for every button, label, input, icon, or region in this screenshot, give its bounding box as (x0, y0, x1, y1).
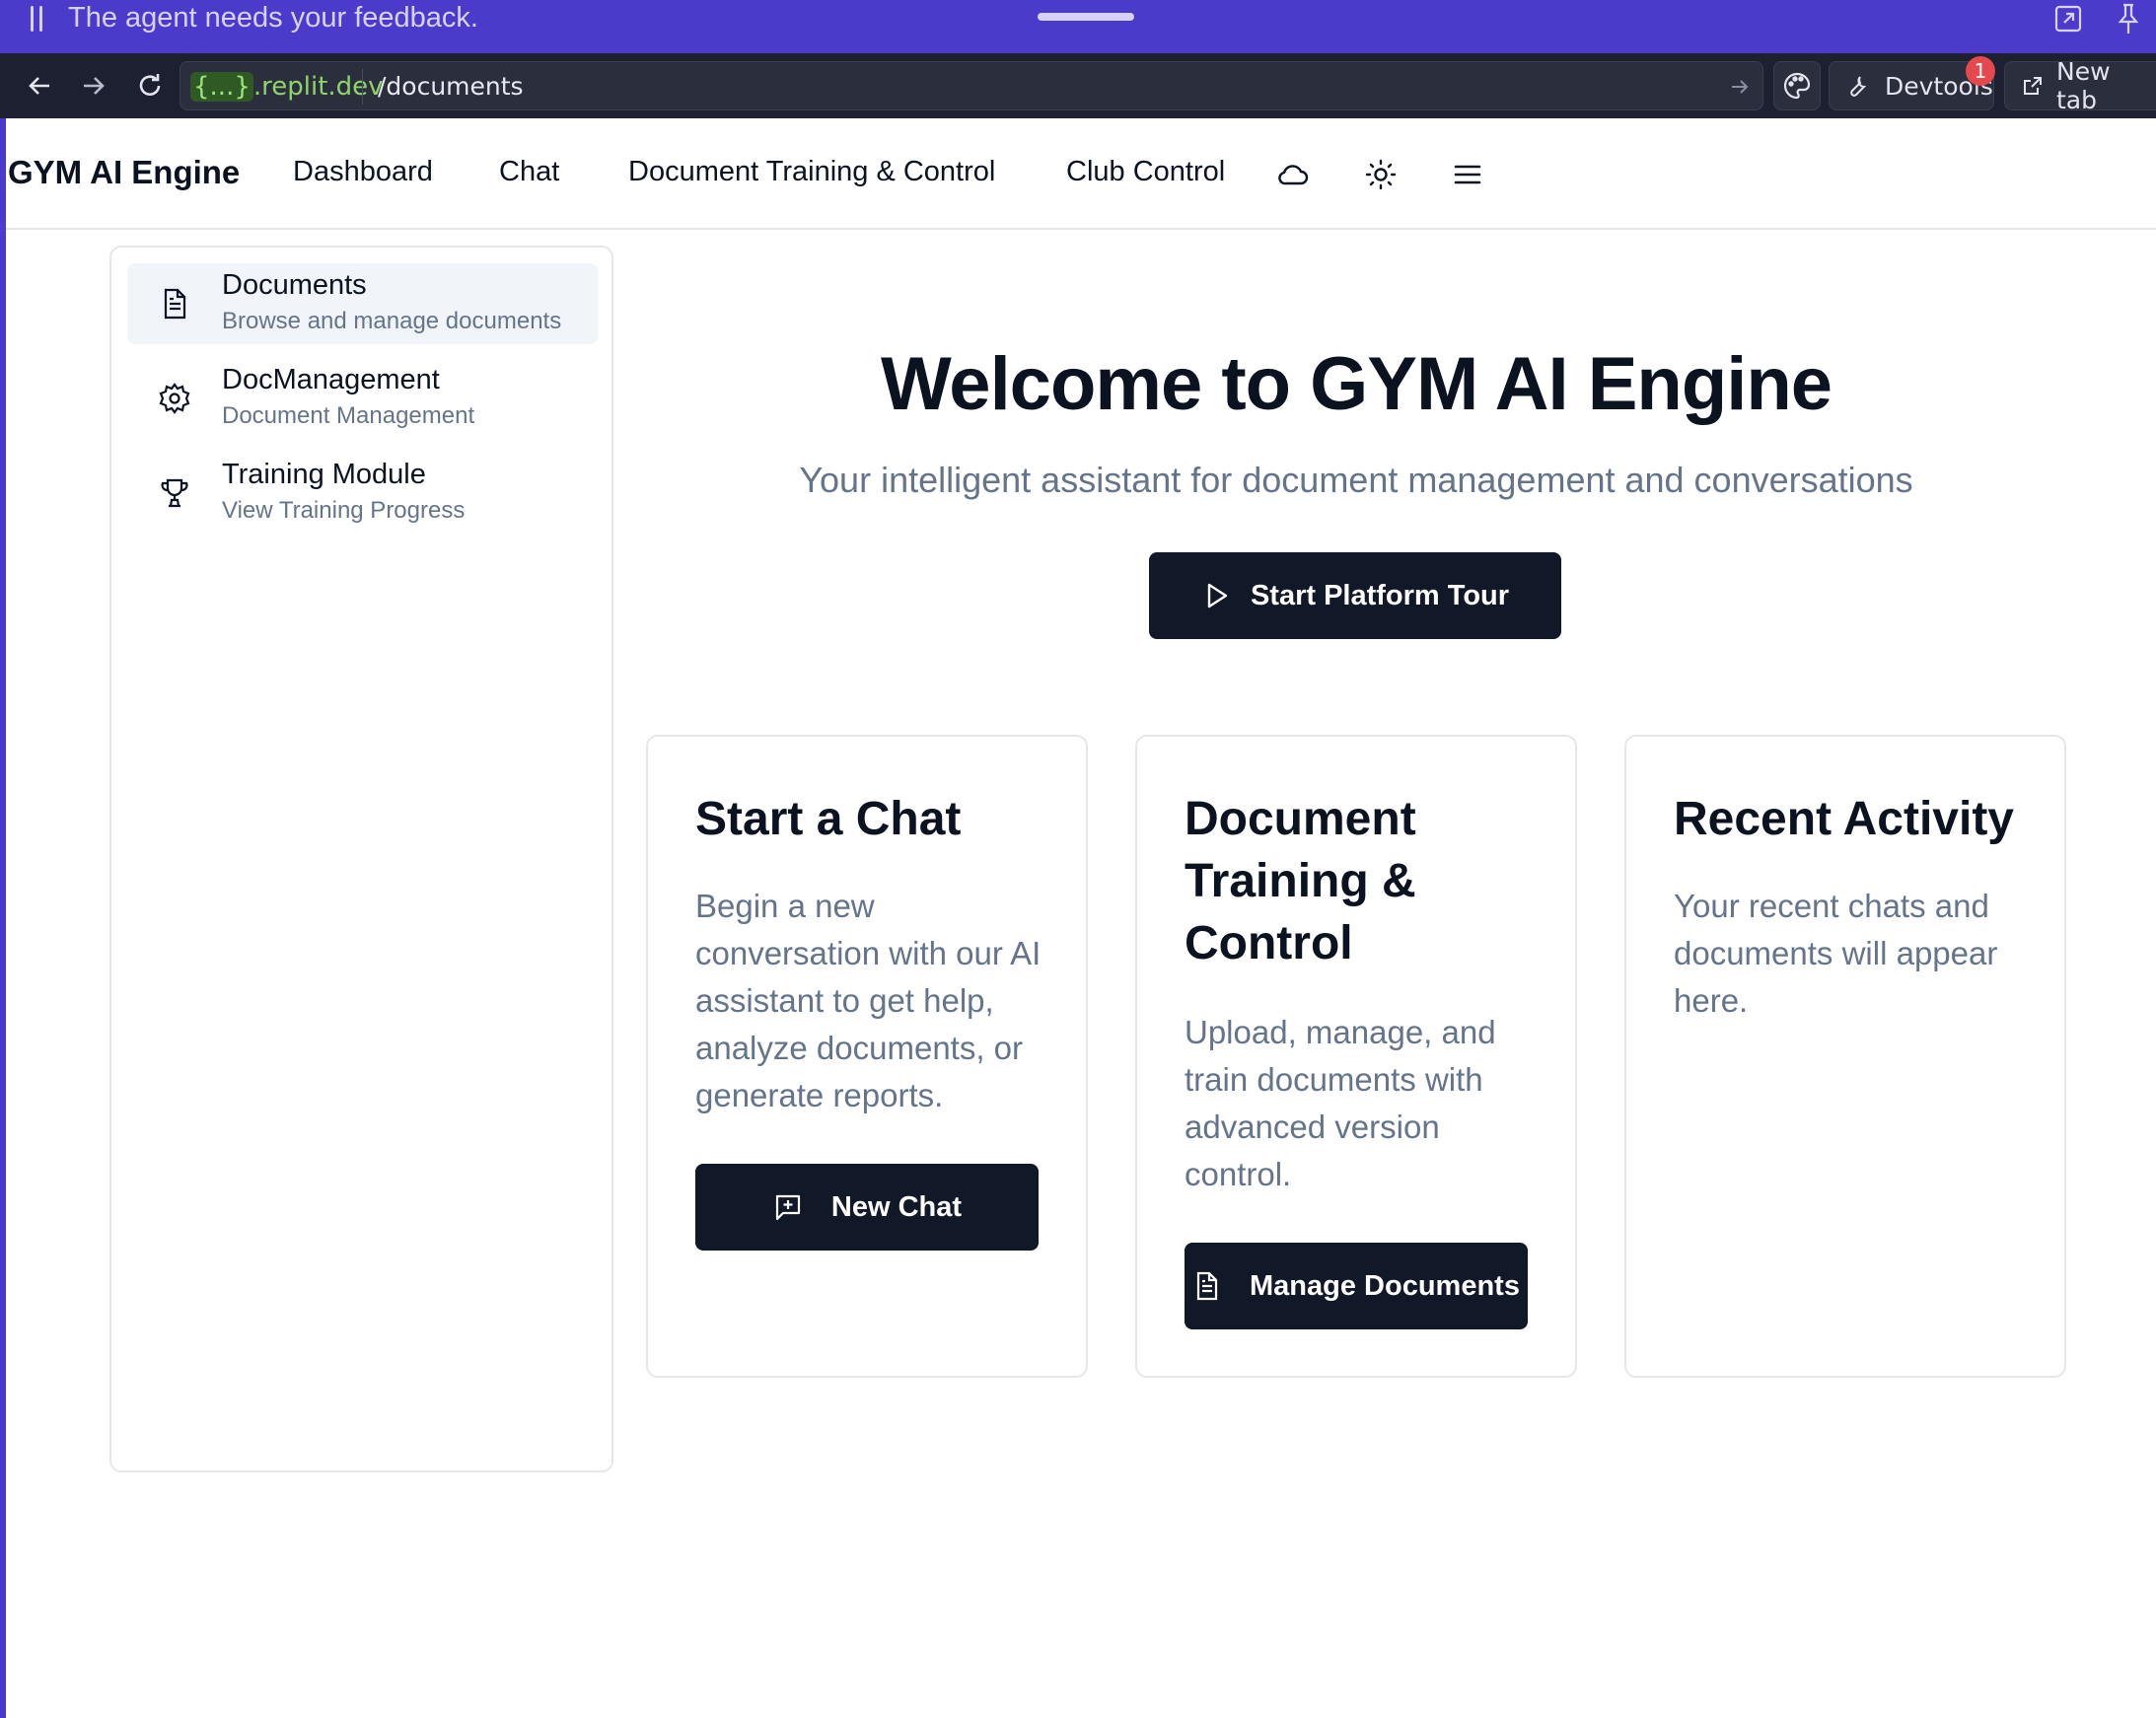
window-edge (0, 118, 6, 1718)
sidebar-item-training-module[interactable]: Training Module View Training Progress (127, 453, 598, 534)
address-bar[interactable]: {...} .replit.dev /documents (180, 61, 1763, 110)
sidebar-item-title: DocManagement (222, 364, 440, 395)
new-tab-button[interactable]: New tab (2004, 57, 2156, 114)
new-tab-label: New tab (2056, 57, 2111, 114)
drag-handle[interactable] (1038, 13, 1134, 21)
nav-club-control[interactable]: Club Control (1066, 156, 1225, 188)
file-text-icon (164, 288, 186, 320)
palette-icon (1783, 72, 1811, 100)
play-icon (1207, 583, 1228, 608)
card-title: Document Training & Control (1185, 793, 1416, 969)
sidebar: Documents Browse and manage documents Do… (109, 246, 613, 1472)
document-training-card: Document Training & Control Upload, mana… (1135, 735, 1577, 1378)
manage-documents-button[interactable]: Manage Documents (1185, 1243, 1528, 1329)
page-subtitle: Your intelligent assistant for document … (799, 460, 1913, 500)
external-link-icon (2024, 77, 2042, 95)
go-arrow-icon[interactable] (1727, 74, 1753, 100)
sidebar-item-documents[interactable]: Documents Browse and manage documents (127, 263, 598, 344)
url-host-domain: .replit.dev (252, 72, 384, 102)
trophy-icon (161, 478, 188, 508)
sun-icon[interactable] (1364, 158, 1398, 191)
back-arrow-icon[interactable] (22, 68, 57, 104)
start-chat-card: Start a Chat Begin a new conversation wi… (646, 735, 1088, 1378)
hamburger-menu-icon[interactable] (1451, 158, 1484, 191)
brand-logo-text[interactable]: GYM AI Engine (8, 154, 240, 191)
agent-feedback-banner: The agent needs your feedback. (0, 0, 2156, 53)
card-description: Your recent chats and documents will app… (1674, 888, 1998, 1019)
nav-document-training[interactable]: Document Training & Control (628, 156, 995, 188)
card-description: Begin a new conversation with our AI ass… (695, 888, 1042, 1113)
recent-activity-card: Recent Activity Your recent chats and do… (1624, 735, 2066, 1378)
app-header: GYM AI Engine Dashboard Chat Document Tr… (6, 118, 2156, 230)
card-description: Upload, manage, and train documents with… (1185, 1014, 1496, 1192)
sidebar-item-title: Documents (222, 269, 367, 301)
agent-message: The agent needs your feedback. (68, 2, 478, 34)
url-divider (362, 69, 363, 105)
reload-icon[interactable] (132, 68, 168, 104)
start-tour-button[interactable]: Start Platform Tour (1149, 552, 1561, 639)
page-title: Welcome to GYM AI Engine (880, 342, 1833, 426)
file-text-icon (1196, 1271, 1218, 1301)
nav-chat[interactable]: Chat (499, 156, 559, 188)
manage-documents-label: Manage Documents (1250, 1269, 1520, 1302)
start-tour-label: Start Platform Tour (1250, 579, 1510, 611)
sidebar-item-subtitle: Browse and manage documents (222, 308, 562, 334)
theme-palette-button[interactable] (1773, 61, 1821, 110)
card-title: Recent Activity (1674, 793, 2014, 845)
url-host-highlight: {...} (190, 72, 253, 102)
wrench-icon (1850, 76, 1867, 97)
expand-icon[interactable] (2053, 4, 2083, 34)
url-host: {...} .replit.dev (190, 68, 384, 106)
message-plus-icon (775, 1194, 801, 1221)
pause-icon[interactable] (28, 6, 47, 32)
nav-dashboard[interactable]: Dashboard (293, 156, 433, 188)
url-path: /documents (378, 72, 524, 101)
card-title: Start a Chat (695, 793, 962, 845)
sidebar-item-subtitle: Document Management (222, 402, 475, 429)
forward-arrow-icon[interactable] (76, 68, 111, 104)
sidebar-item-title: Training Module (222, 459, 426, 490)
gear-icon (159, 383, 190, 414)
devtools-badge: 1 (1966, 56, 1995, 86)
cloud-icon[interactable] (1276, 158, 1310, 191)
browser-toolbar: {...} .replit.dev /documents Devtools 1 N… (0, 53, 2156, 118)
sidebar-item-subtitle: View Training Progress (222, 497, 466, 524)
new-chat-label: New Chat (830, 1190, 963, 1223)
new-chat-button[interactable]: New Chat (695, 1164, 1039, 1251)
sidebar-item-docmanagement[interactable]: DocManagement Document Management (127, 358, 598, 439)
pin-icon[interactable] (2114, 2, 2143, 36)
